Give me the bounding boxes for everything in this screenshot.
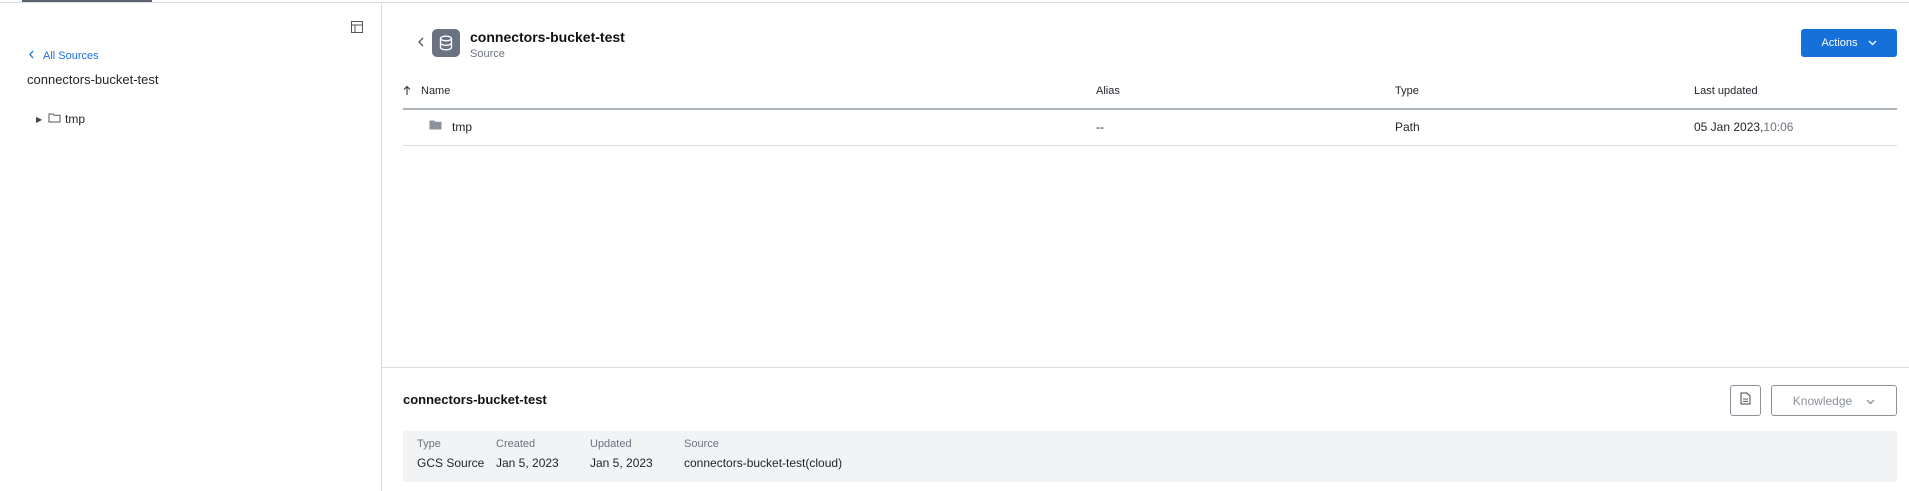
details-panel: connectors-bucket-test Knowledge Type GC… [382,367,1909,491]
meta-value: Jan 5, 2023 [496,456,559,470]
table-row[interactable]: tmp -- Path 05 Jan 2023,10:06 [403,110,1897,146]
details-metadata: Type GCS Source Created Jan 5, 2023 Upda… [403,431,1897,482]
knowledge-dropdown[interactable]: Knowledge [1771,385,1897,416]
knowledge-label: Knowledge [1792,393,1853,408]
actions-button[interactable]: Actions [1801,29,1897,57]
chevron-down-icon [1868,37,1877,49]
meta-label: Updated [590,438,632,450]
cell-alias: -- [1096,120,1104,134]
sort-arrow-up-icon[interactable] [403,85,411,99]
meta-value: GCS Source [417,456,485,470]
cell-time: 10:06 [1763,120,1794,134]
contents-table: Name Alias Type Last updated tmp -- Path… [403,82,1897,146]
meta-source: Source connectors-bucket-test(cloud) [684,438,842,470]
actions-label: Actions [1821,37,1858,49]
meta-label: Type [417,438,441,450]
column-header-name[interactable]: Name [421,85,450,97]
active-tab-indicator[interactable] [22,0,152,2]
chevron-down-icon [1866,394,1875,408]
all-sources-link[interactable]: All Sources [28,50,99,62]
sidebar: All Sources connectors-bucket-test ▶ tmp [0,3,382,491]
document-icon [1740,392,1751,410]
cell-date: 05 Jan 2023, [1694,120,1764,134]
main-panel: connectors-bucket-test Source Actions Na… [382,3,1909,367]
details-title: connectors-bucket-test [403,392,547,407]
meta-updated: Updated Jan 5, 2023 [590,438,653,470]
all-sources-label: All Sources [43,50,99,62]
chevron-left-icon [28,50,35,62]
cell-last-updated: 05 Jan 2023,10:06 [1694,120,1793,134]
meta-type: Type GCS Source [417,438,484,470]
sidebar-title: connectors-bucket-test [27,72,159,87]
meta-created: Created Jan 5, 2023 [496,438,559,470]
document-button[interactable] [1730,385,1761,416]
app-root: All Sources connectors-bucket-test ▶ tmp… [0,0,1909,491]
collapse-sidebar-icon[interactable] [350,20,364,34]
database-icon [432,29,460,57]
tree-item-label: tmp [65,112,86,126]
back-chevron-icon[interactable] [415,35,427,49]
folder-outline-icon [48,112,61,126]
column-header-type[interactable]: Type [1395,85,1419,97]
cell-type: Path [1395,120,1420,134]
column-header-last-updated[interactable]: Last updated [1694,85,1758,97]
tree-item-tmp[interactable]: ▶ tmp [36,112,85,126]
table-header: Name Alias Type Last updated [403,82,1897,110]
page-subtitle: Source [470,48,505,60]
cell-name: tmp [452,120,473,134]
meta-label: Source [684,438,719,450]
meta-value: Jan 5, 2023 [590,456,653,470]
meta-value: connectors-bucket-test(cloud) [684,456,843,470]
column-header-alias[interactable]: Alias [1096,85,1120,97]
caret-right-icon[interactable]: ▶ [36,115,44,124]
folder-icon [429,119,442,133]
meta-label: Created [496,438,536,450]
page-title: connectors-bucket-test [470,29,625,45]
